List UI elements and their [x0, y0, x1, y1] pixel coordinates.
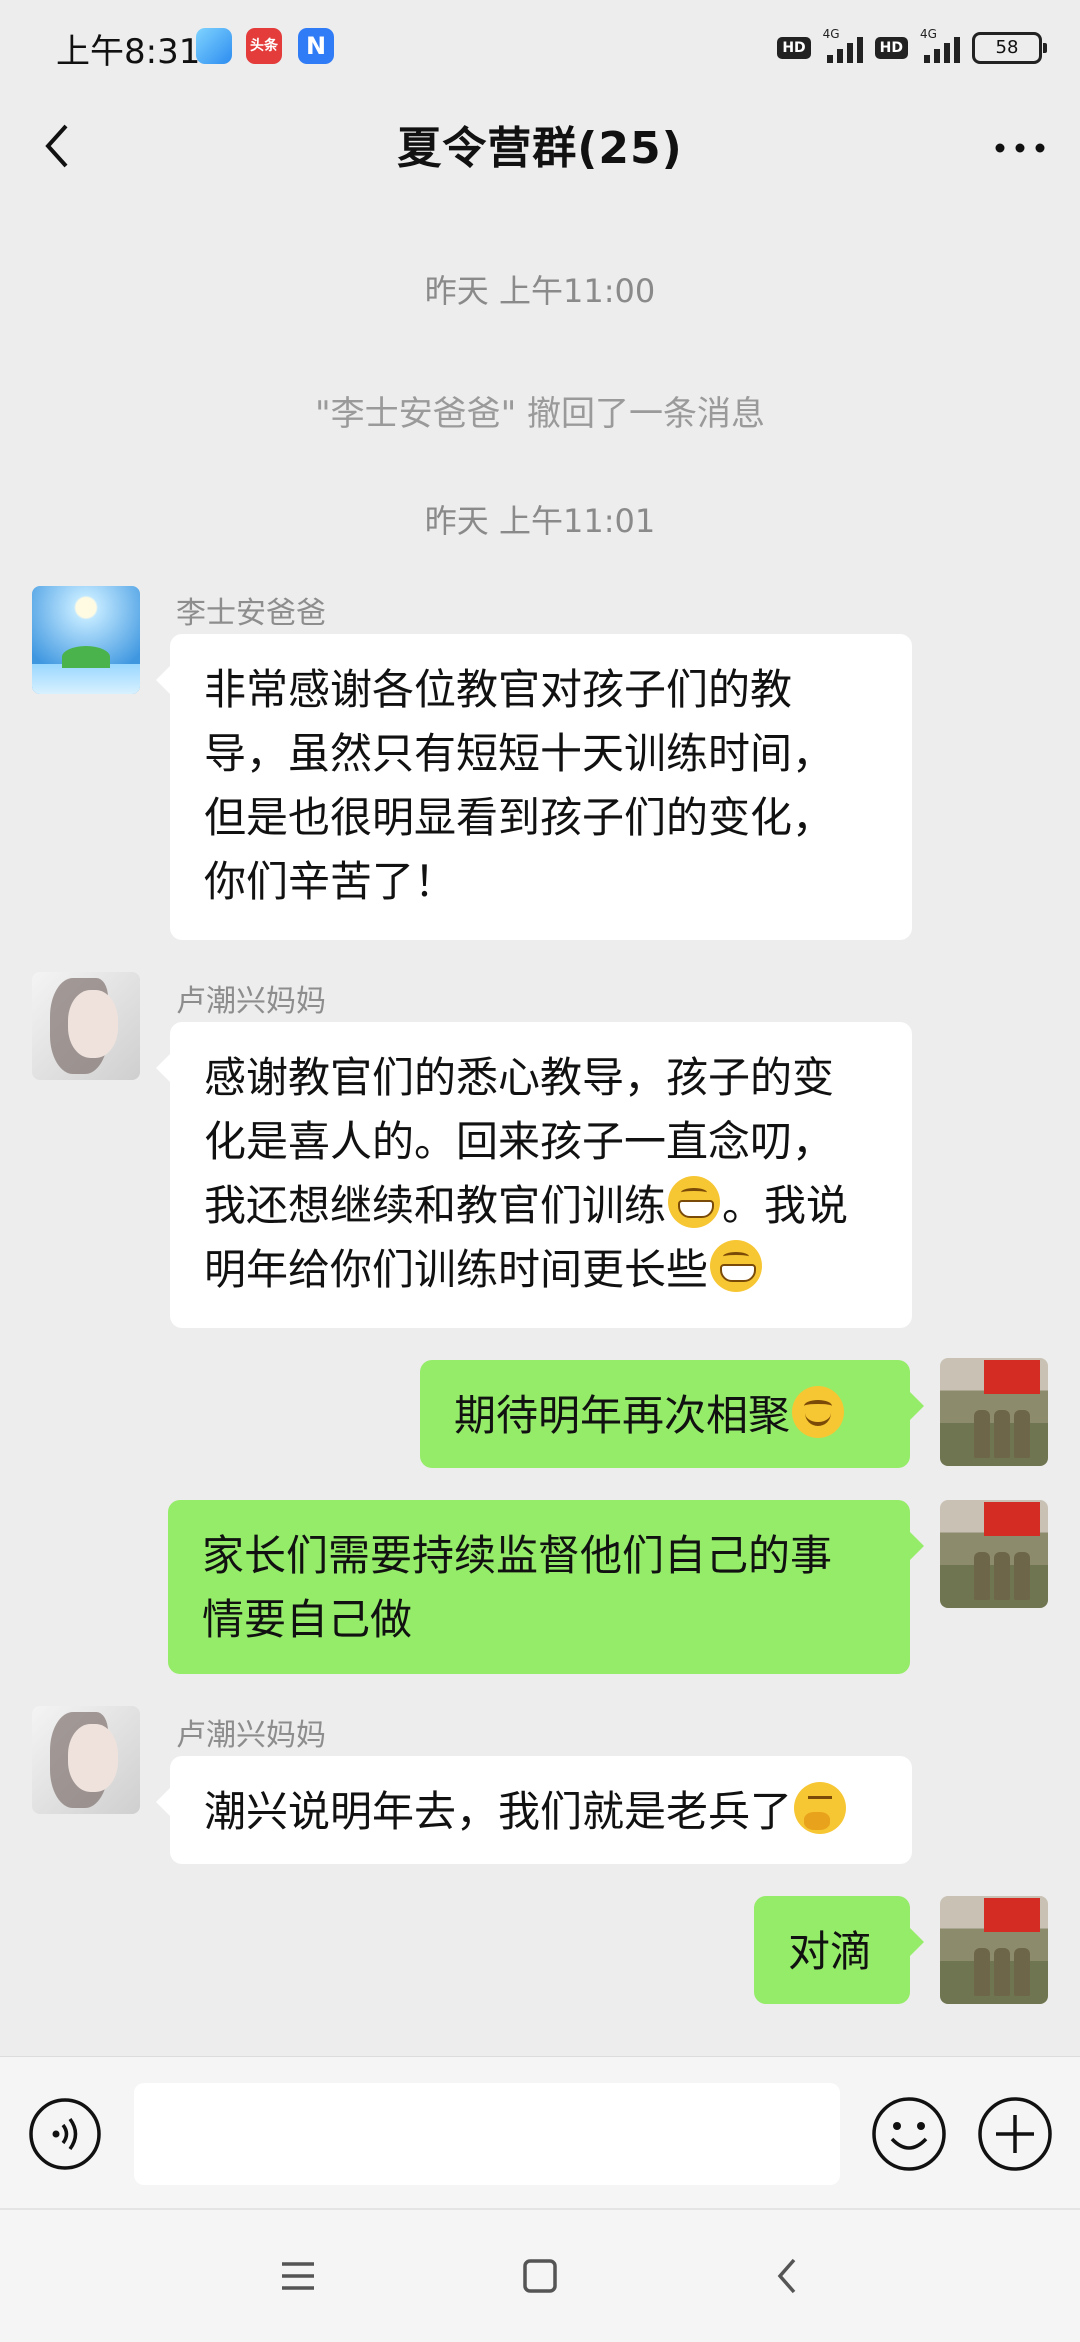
battery-icon: 58	[972, 32, 1047, 64]
smiling-emoji-icon	[792, 1386, 845, 1438]
message-line: 明年给你们训练时间更长些	[204, 1238, 878, 1302]
avatar[interactable]	[32, 972, 140, 1080]
message-line: 你们辛苦了！	[204, 857, 457, 906]
message-text: 期待明年再次相聚	[454, 1391, 791, 1440]
message-text: 明年给你们训练时间更长些	[204, 1245, 709, 1294]
status-time: 上午8:31	[56, 32, 201, 72]
my-avatar[interactable]	[940, 1896, 1048, 2004]
avatar[interactable]	[32, 586, 140, 694]
thinking-emoji-icon	[794, 1782, 847, 1834]
message-line: 我还想继续和教官们训练 。我说	[204, 1174, 878, 1238]
timestamp: 昨天 上午11:01	[424, 502, 656, 540]
hd-icon-2: HD	[874, 37, 908, 59]
hd-icon: HD	[777, 37, 811, 59]
back-icon[interactable]	[760, 2248, 816, 2304]
message-line: 非常感谢各位教官对孩子们的教	[204, 665, 793, 714]
message-bubble[interactable]: 期待明年再次相聚	[420, 1360, 924, 1468]
my-avatar[interactable]	[940, 1500, 1048, 1608]
menu-icon[interactable]	[270, 2248, 326, 2304]
toutiao-notification-icon: 头条	[246, 28, 282, 64]
message-bubble[interactable]: 非常感谢各位教官对孩子们的教 导，虽然只有短短十天训练时间， 但是也很明显看到孩…	[156, 634, 912, 940]
system-message: "李士安爸爸" 撤回了一条消息	[314, 394, 766, 434]
network-type-2: 4G	[920, 27, 937, 41]
message-line: 感谢教官们的悉心教导，孩子的变	[204, 1053, 835, 1102]
message-bubble[interactable]: 感谢教官们的悉心教导，孩子的变 化是喜人的。回来孩子一直念叨， 我还想继续和教官…	[156, 1022, 912, 1328]
message-line: 家长们需要持续监督他们自己的事	[202, 1531, 833, 1580]
message-text: 我还想继续和教官们训练	[204, 1181, 667, 1230]
n-app-notification-icon: N	[298, 28, 334, 64]
home-icon[interactable]	[512, 2248, 568, 2304]
signal-icon: 4G	[823, 27, 863, 63]
message-line: 化是喜人的。回来孩子一直念叨，	[204, 1117, 835, 1166]
grinning-emoji-icon	[710, 1240, 763, 1292]
message-text: 对滴	[788, 1927, 873, 1976]
message-text: 。我说	[722, 1181, 849, 1230]
sender-name: 李士安爸爸	[176, 596, 326, 631]
app-notification-icon	[196, 28, 232, 64]
message-line: 情要自己做	[202, 1595, 413, 1644]
system-navigation-bar	[0, 2208, 1080, 2342]
message-line: 导，虽然只有短短十天训练时间，	[204, 729, 835, 778]
status-bar: 上午8:31 头条 N HD 4G HD 4G 58	[0, 0, 1080, 96]
grinning-emoji-icon	[668, 1176, 721, 1228]
signal-icon-2: 4G	[920, 27, 960, 63]
my-avatar[interactable]	[940, 1358, 1048, 1466]
plus-icon[interactable]	[976, 2095, 1054, 2173]
more-options-icon[interactable]	[988, 116, 1052, 180]
network-type: 4G	[822, 27, 840, 41]
emoji-picker-icon[interactable]	[870, 2095, 948, 2173]
status-indicators: HD 4G HD 4G 58	[777, 27, 1047, 68]
message-bubble[interactable]: 家长们需要持续监督他们自己的事 情要自己做	[168, 1500, 924, 1674]
voice-input-icon[interactable]	[28, 2097, 102, 2171]
message-input[interactable]	[134, 2083, 840, 2185]
sender-name: 卢潮兴妈妈	[176, 984, 326, 1019]
message-line: 但是也很明显看到孩子们的变化，	[204, 793, 835, 842]
input-bar	[0, 2056, 1080, 2209]
sender-name: 卢潮兴妈妈	[176, 1718, 326, 1753]
timestamp: 昨天 上午11:00	[424, 272, 656, 310]
message-bubble[interactable]: 对滴	[754, 1896, 924, 2004]
chat-title: 夏令营群(25)	[397, 123, 683, 174]
message-text: 潮兴说明年去，我们就是老兵了	[204, 1787, 793, 1836]
chat-header: 夏令营群(25)	[0, 96, 1080, 200]
avatar[interactable]	[32, 1706, 140, 1814]
message-bubble[interactable]: 潮兴说明年去，我们就是老兵了	[156, 1756, 912, 1864]
